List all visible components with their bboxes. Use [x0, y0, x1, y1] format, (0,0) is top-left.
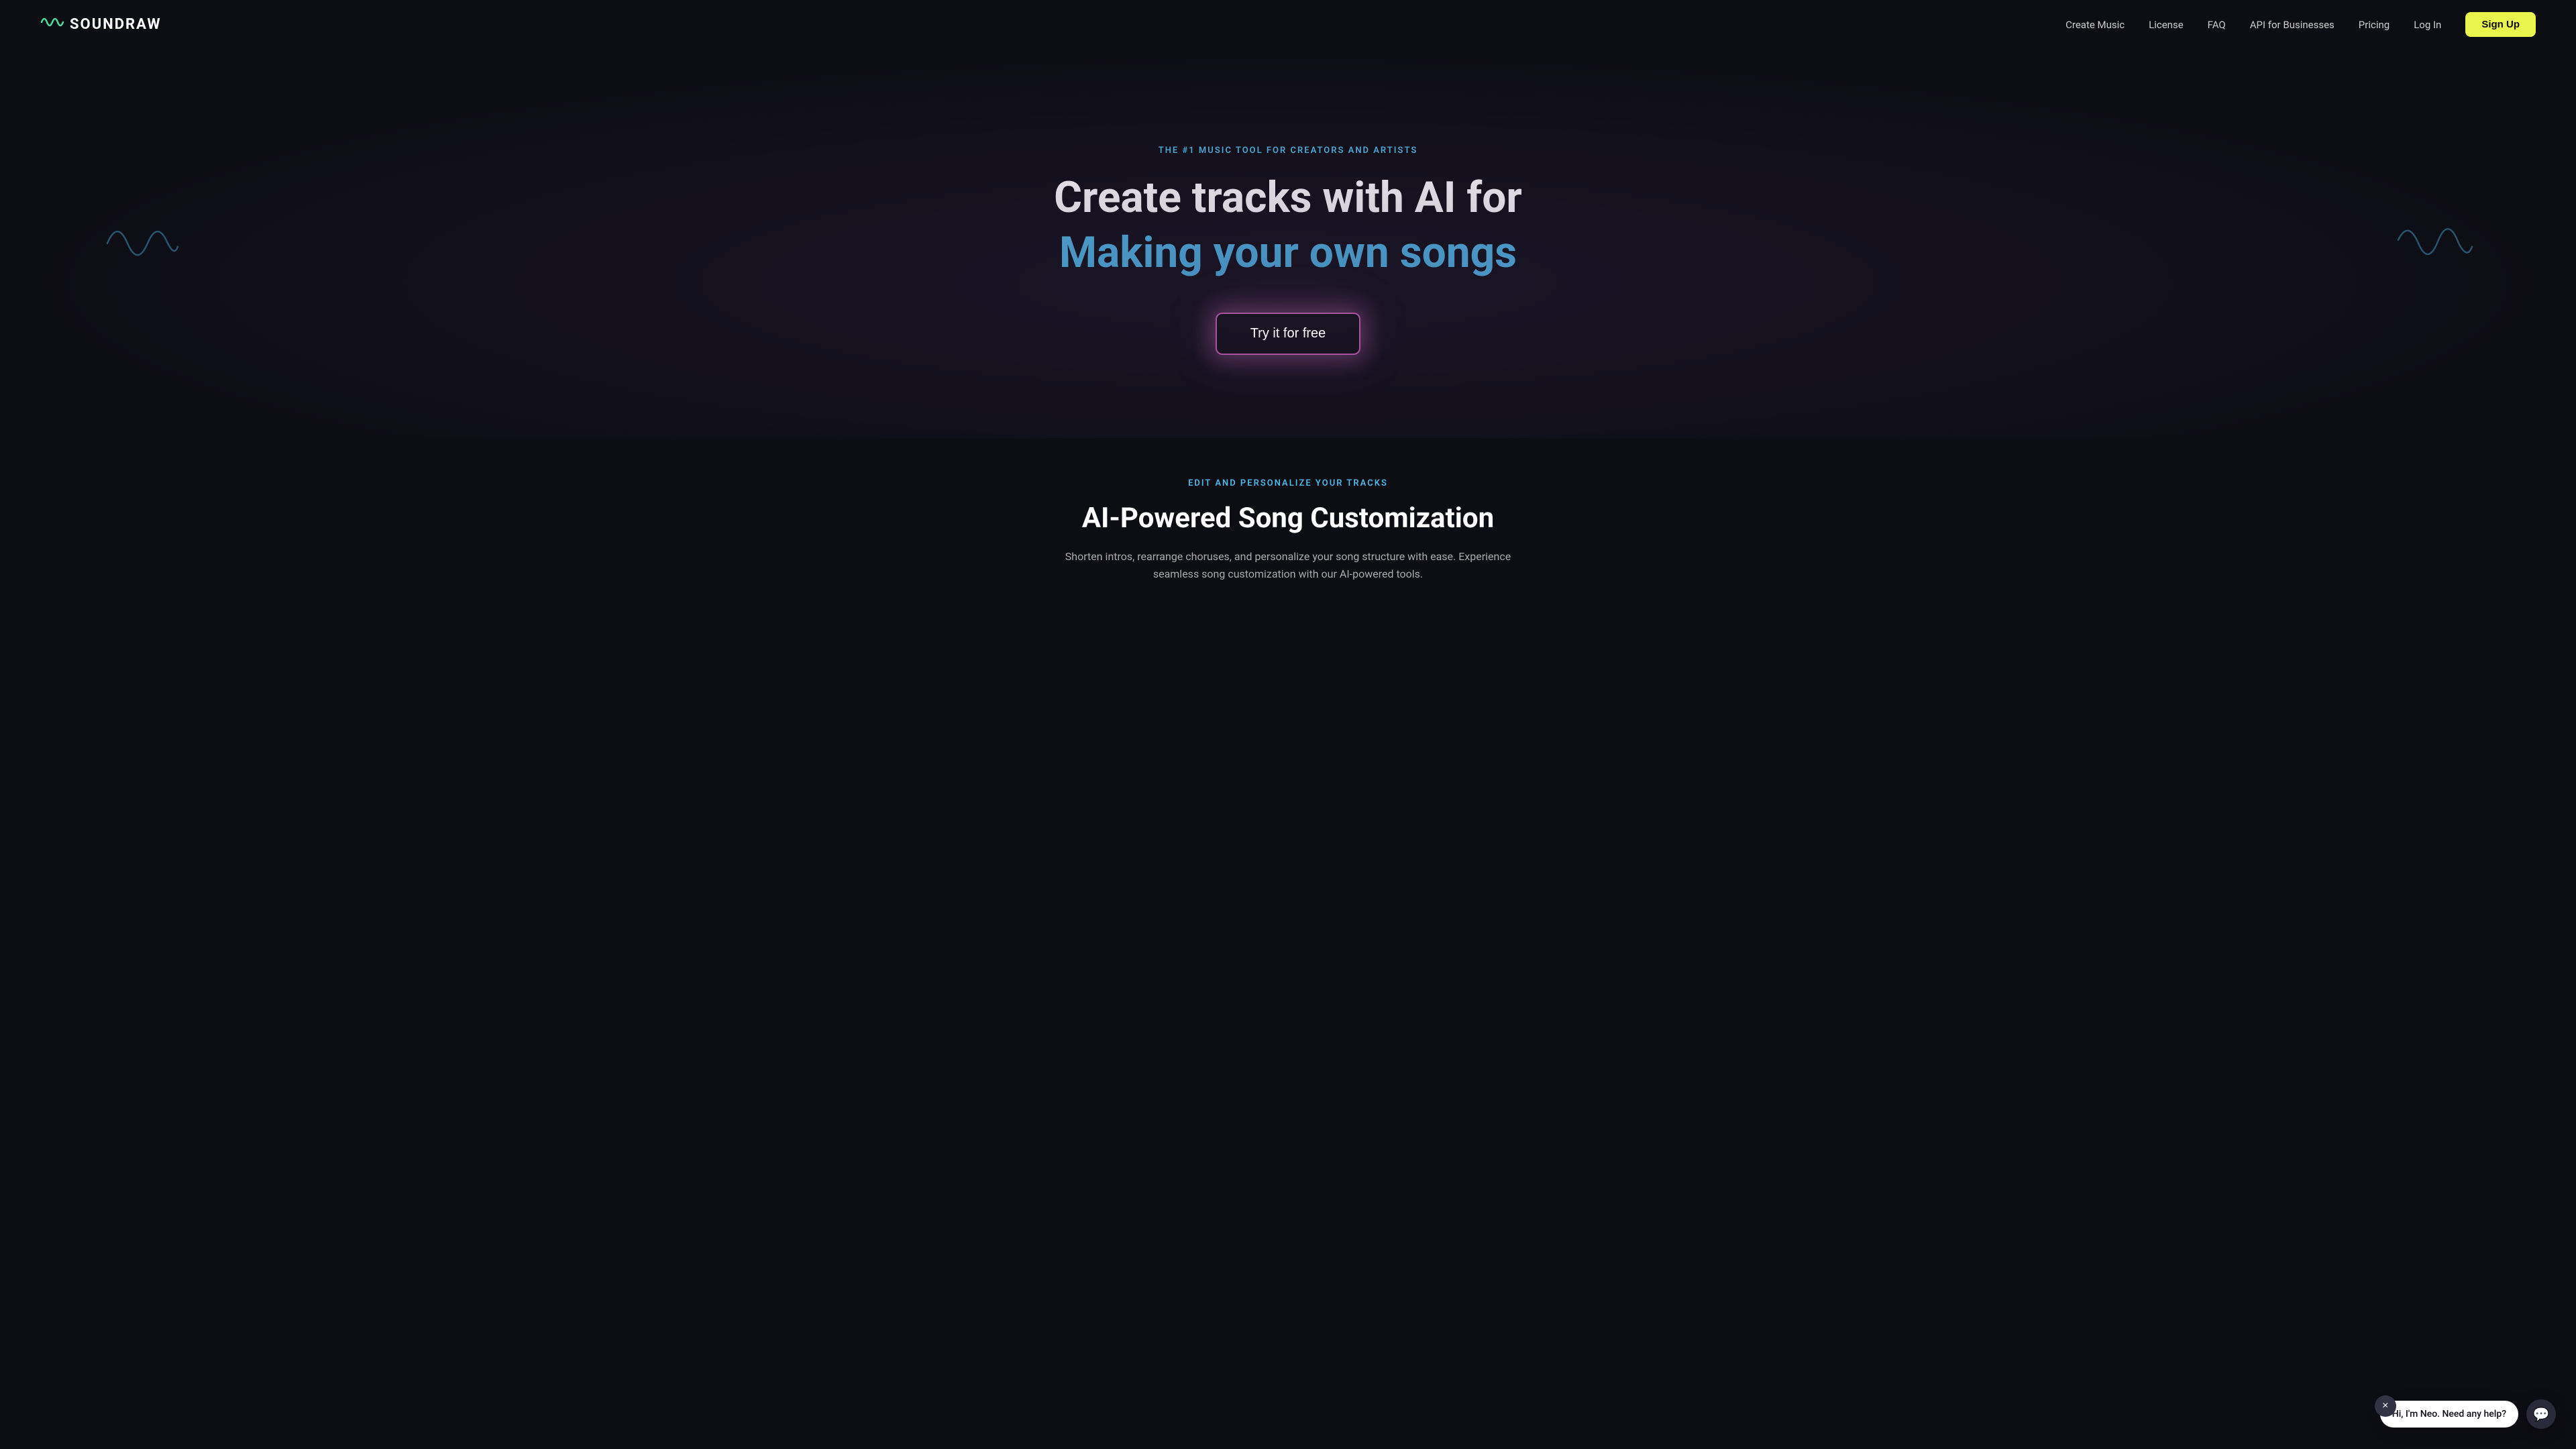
navbar: SOUNDRAW Create Music License FAQ API fo… — [0, 0, 2576, 49]
nav-faq[interactable]: FAQ — [2208, 19, 2226, 31]
chat-widget: × Hi, I'm Neo. Need any help? 💬 — [2380, 1399, 2556, 1429]
waveform-right-icon — [2395, 210, 2475, 266]
nav-api[interactable]: API for Businesses — [2250, 19, 2334, 31]
logo-text: SOUNDRAW — [70, 16, 162, 33]
hero-subtitle: THE #1 MUSIC TOOL FOR CREATORS AND ARTIS… — [1159, 146, 1418, 156]
lower-section: EDIT AND PERSONALIZE YOUR TRACKS AI-Powe… — [0, 438, 2576, 609]
chat-open-button[interactable]: 💬 — [2526, 1399, 2556, 1429]
nav-pricing[interactable]: Pricing — [2359, 19, 2390, 31]
hero-title-line1: Create tracks with AI for — [1054, 174, 1522, 221]
chat-icon: 💬 — [2533, 1406, 2550, 1423]
chat-bubble-message: Hi, I'm Neo. Need any help? — [2380, 1401, 2518, 1428]
lower-description: Shorten intros, rearrange choruses, and … — [1060, 548, 1516, 582]
waveform-left-icon — [101, 210, 181, 266]
signup-button[interactable]: Sign Up — [2465, 12, 2536, 37]
nav-links: Create Music License FAQ API for Busines… — [2065, 12, 2536, 37]
lower-title: AI-Powered Song Customization — [1082, 502, 1494, 535]
chat-close-button[interactable]: × — [2375, 1395, 2396, 1417]
lower-subtitle: EDIT AND PERSONALIZE YOUR TRACKS — [1188, 478, 1388, 488]
nav-login[interactable]: Log In — [2414, 19, 2441, 31]
nav-license[interactable]: License — [2149, 19, 2184, 31]
logo[interactable]: SOUNDRAW — [40, 13, 162, 36]
try-free-button[interactable]: Try it for free — [1216, 313, 1361, 355]
hero-title-line2: Making your own songs — [1059, 227, 1517, 279]
chat-bubble-wrapper: × Hi, I'm Neo. Need any help? — [2380, 1401, 2518, 1428]
nav-create-music[interactable]: Create Music — [2065, 19, 2125, 31]
hero-section: THE #1 MUSIC TOOL FOR CREATORS AND ARTIS… — [0, 49, 2576, 438]
logo-icon — [40, 13, 64, 36]
